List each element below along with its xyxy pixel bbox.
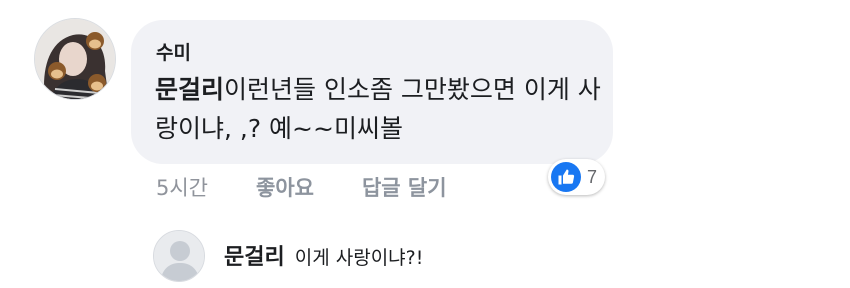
thumbs-up-icon (551, 162, 581, 192)
comment-actions: 5시간 좋아요 답글 달기 (156, 172, 447, 202)
reply: 문걸리 이게 사랑이냐?! (224, 239, 423, 271)
comment-author[interactable]: 수미 (156, 38, 191, 65)
commenter-avatar[interactable] (34, 18, 116, 100)
default-user-avatar-icon (154, 231, 204, 281)
profile-photo-icon (35, 19, 115, 99)
comment-bubble: 수미 문걸리이런년들 인소좀 그만봤으면 이게 사랑이냐, ,? 예~~미씨볼 (131, 20, 613, 164)
reply-avatar[interactable] (153, 230, 205, 282)
comment-mention[interactable]: 문걸리 (155, 75, 224, 104)
comment-text: 문걸리이런년들 인소좀 그만봤으면 이게 사랑이냐, ,? 예~~미씨볼 (155, 70, 605, 148)
reply-text: 이게 사랑이냐?! (294, 247, 424, 269)
reply-author[interactable]: 문걸리 (224, 239, 285, 271)
like-button[interactable]: 좋아요 (256, 172, 314, 202)
reaction-summary[interactable]: 7 (548, 159, 606, 195)
comment-timestamp[interactable]: 5시간 (156, 172, 208, 202)
reply-button[interactable]: 답글 달기 (362, 172, 447, 202)
comment: 수미 문걸리이런년들 인소좀 그만봤으면 이게 사랑이냐, ,? 예~~미씨볼 … (0, 0, 850, 210)
reaction-count: 7 (587, 166, 598, 187)
